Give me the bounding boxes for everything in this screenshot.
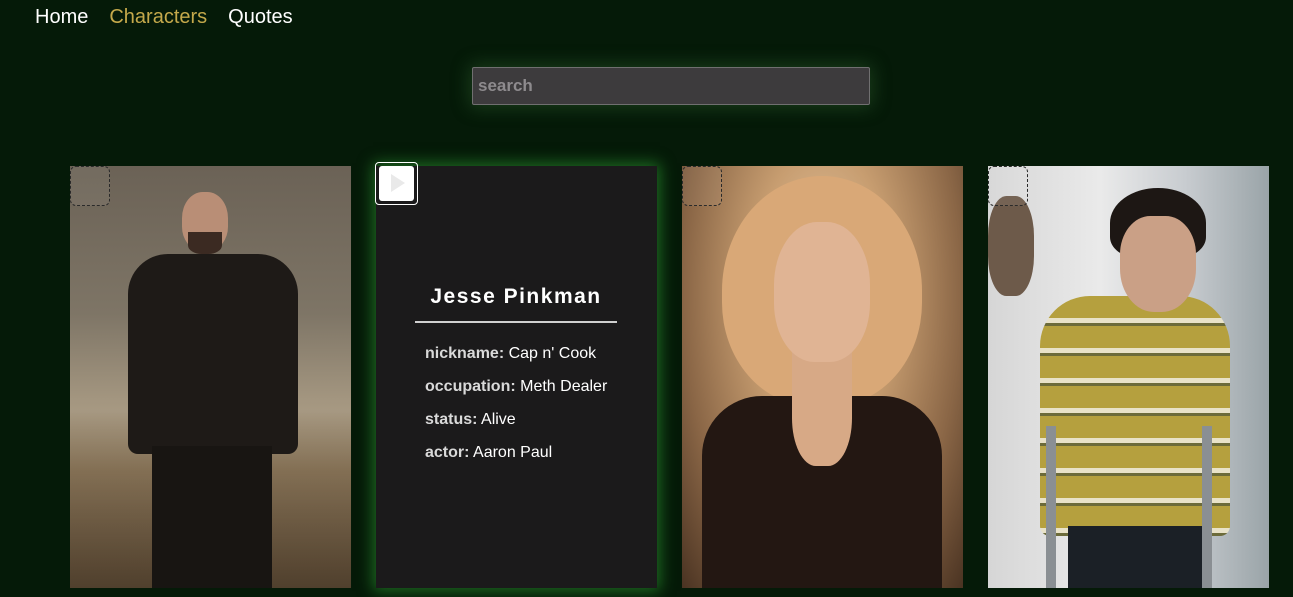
character-photo (988, 166, 1269, 588)
main-nav: Home Characters Quotes (35, 5, 293, 29)
fact-nickname: nickname: Cap n' Cook (425, 345, 597, 362)
character-photo (70, 166, 351, 588)
favorite-toggle[interactable] (375, 162, 418, 205)
nav-quotes-link[interactable]: Quotes (228, 5, 292, 29)
character-facts: nickname: Cap n' Cook occupation: Meth D… (425, 344, 607, 476)
character-photo (682, 166, 963, 588)
fact-actor: actor: Aaron Paul (425, 444, 553, 461)
character-card-jesse[interactable]: Jesse Pinkman nickname: Cap n' Cook occu… (375, 162, 657, 588)
search-container (472, 67, 870, 105)
nav-home-link[interactable]: Home (35, 5, 88, 29)
favorite-toggle[interactable] (682, 166, 722, 206)
bookmark-icon (379, 166, 414, 201)
search-input[interactable] (472, 67, 870, 105)
nav-characters-link[interactable]: Characters (109, 5, 207, 29)
fact-occupation: occupation: Meth Dealer (425, 378, 608, 395)
fact-status: status: Alive (425, 411, 516, 428)
favorite-toggle[interactable] (988, 166, 1028, 206)
character-card-walter-jr[interactable] (988, 166, 1269, 588)
favorite-toggle[interactable] (70, 166, 110, 206)
character-card-walter[interactable] (70, 166, 351, 588)
character-card-skyler[interactable] (682, 166, 963, 588)
character-name: Jesse Pinkman (415, 285, 617, 323)
